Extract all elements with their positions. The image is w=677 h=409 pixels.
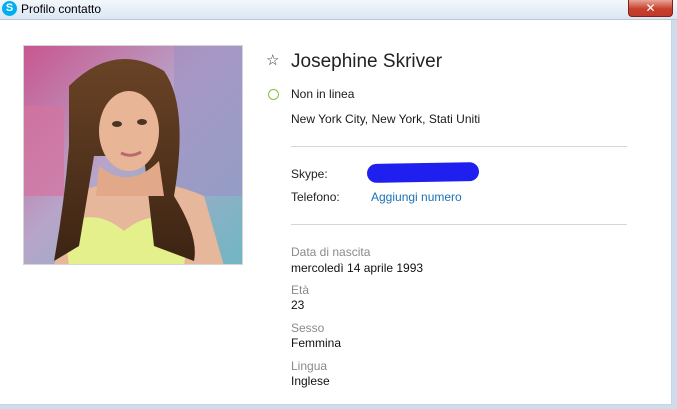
divider <box>291 146 627 147</box>
skype-id-redaction <box>366 162 480 183</box>
profile-panel: ☆ Josephine Skriver Non in linea New Yor… <box>0 20 672 405</box>
contact-name: Josephine Skriver <box>291 51 443 72</box>
gender-value: Femmina <box>291 336 342 350</box>
birthdate-label: Data di nascita <box>291 245 371 259</box>
window-title: Profilo contatto <box>21 2 102 16</box>
add-number-link[interactable]: Aggiungi numero <box>371 190 462 204</box>
age-label: Età <box>291 283 310 297</box>
avatar-photo <box>24 46 242 264</box>
skype-label: Skype: <box>291 167 328 181</box>
birthdate-value: mercoledì 14 aprile 1993 <box>291 261 424 275</box>
star-outline-icon[interactable]: ☆ <box>266 53 279 69</box>
offline-status-icon <box>268 89 279 100</box>
language-label: Lingua <box>291 359 328 373</box>
phone-label: Telefono: <box>291 190 340 204</box>
title-bar[interactable]: S Profilo contatto ✕ <box>0 0 677 20</box>
close-button[interactable]: ✕ <box>628 0 673 17</box>
status-text: Non in linea <box>291 87 355 101</box>
skype-icon: S <box>2 1 17 16</box>
age-value: 23 <box>291 298 305 312</box>
avatar <box>23 45 243 265</box>
language-value: Inglese <box>291 374 330 388</box>
location-text: New York City, New York, Stati Uniti <box>291 112 481 126</box>
gender-label: Sesso <box>291 321 325 335</box>
divider <box>291 224 627 225</box>
